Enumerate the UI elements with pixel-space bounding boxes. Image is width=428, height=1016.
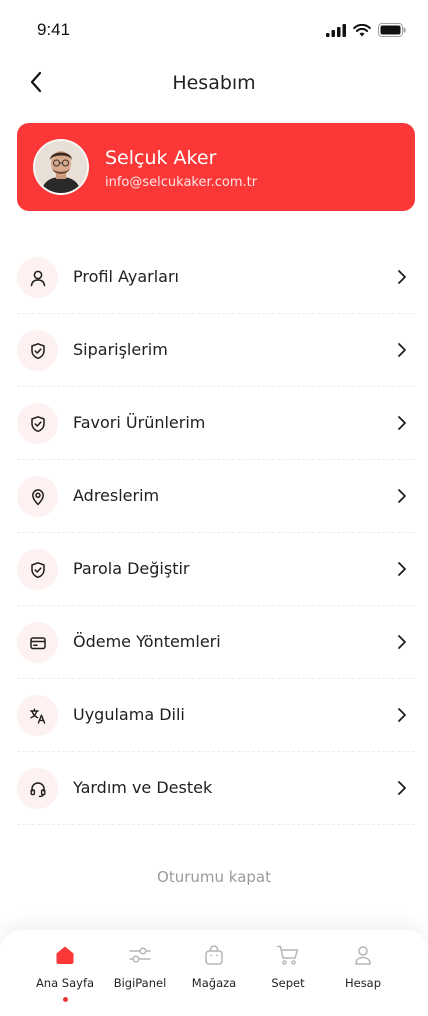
- wifi-icon: [353, 22, 371, 41]
- menu-item-change-password[interactable]: Parola Değiştir: [17, 533, 415, 606]
- status-icons: [326, 22, 406, 41]
- credit-card-icon: [17, 622, 58, 663]
- shield-check-icon: [17, 403, 58, 444]
- logout-button[interactable]: Oturumu kapat: [0, 868, 428, 886]
- menu-item-label: Ödeme Yöntemleri: [73, 632, 221, 651]
- menu-item-favorites[interactable]: Favori Ürünlerim: [17, 387, 415, 460]
- status-time: 9:41: [37, 20, 71, 39]
- profile-card[interactable]: Selçuk Aker info@selcukaker.com.tr: [17, 123, 415, 211]
- account-menu: Profil Ayarları Siparişlerim Favori Ürün…: [17, 241, 415, 825]
- menu-item-addresses[interactable]: Adreslerim: [17, 460, 415, 533]
- headset-icon: [17, 768, 58, 809]
- home-icon: [52, 942, 78, 968]
- signal-icon: [326, 22, 346, 41]
- user-icon: [350, 942, 376, 968]
- header: Hesabım: [0, 60, 428, 108]
- active-tab-indicator: [62, 997, 68, 1002]
- cart-icon: [275, 942, 301, 968]
- tab-store[interactable]: Mağaza: [175, 942, 253, 1008]
- tab-label: Ana Sayfa: [35, 976, 95, 990]
- location-pin-icon: [17, 476, 58, 517]
- chevron-right-icon: [393, 414, 411, 432]
- avatar: [33, 139, 89, 195]
- menu-item-help-support[interactable]: Yardım ve Destek: [17, 752, 415, 825]
- menu-item-label: Parola Değiştir: [73, 559, 190, 578]
- chevron-right-icon: [393, 633, 411, 651]
- menu-item-payment-methods[interactable]: Ödeme Yöntemleri: [17, 606, 415, 679]
- tab-home[interactable]: Ana Sayfa: [26, 942, 104, 1008]
- menu-item-label: Adreslerim: [73, 486, 160, 505]
- translate-icon: [17, 695, 58, 736]
- shield-check-icon: [17, 549, 58, 590]
- chevron-right-icon: [393, 560, 411, 578]
- tab-label: Hesap: [344, 976, 382, 990]
- sliders-icon: [127, 942, 153, 968]
- chevron-right-icon: [393, 341, 411, 359]
- shield-check-icon: [17, 330, 58, 371]
- shopping-bag-icon: [201, 942, 227, 968]
- menu-item-label: Uygulama Dili: [73, 705, 185, 724]
- profile-name: Selçuk Aker: [105, 147, 217, 169]
- menu-item-profile-settings[interactable]: Profil Ayarları: [17, 241, 415, 314]
- status-bar: 9:41: [0, 0, 428, 60]
- tab-cart[interactable]: Sepet: [249, 942, 327, 1008]
- battery-icon: [378, 22, 406, 41]
- menu-item-app-language[interactable]: Uygulama Dili: [17, 679, 415, 752]
- page-title: Hesabım: [172, 72, 256, 94]
- chevron-right-icon: [393, 706, 411, 724]
- menu-item-label: Yardım ve Destek: [73, 778, 213, 797]
- chevron-right-icon: [393, 779, 411, 797]
- menu-item-orders[interactable]: Siparişlerim: [17, 314, 415, 387]
- tab-account[interactable]: Hesap: [324, 942, 402, 1008]
- tab-label: Sepet: [271, 976, 305, 990]
- tab-bigipanel[interactable]: BigiPanel: [101, 942, 179, 1008]
- chevron-right-icon: [393, 268, 411, 286]
- menu-item-label: Profil Ayarları: [73, 267, 179, 286]
- menu-item-label: Favori Ürünlerim: [73, 413, 206, 432]
- bottom-tab-bar: Ana Sayfa BigiPanel Mağaza Sepet Hesap: [0, 930, 428, 1016]
- menu-item-label: Siparişlerim: [73, 340, 168, 359]
- chevron-right-icon: [393, 487, 411, 505]
- tab-label: BigiPanel: [113, 976, 167, 990]
- user-icon: [17, 257, 58, 298]
- tab-label: Mağaza: [191, 976, 237, 990]
- profile-email: info@selcukaker.com.tr: [105, 175, 258, 190]
